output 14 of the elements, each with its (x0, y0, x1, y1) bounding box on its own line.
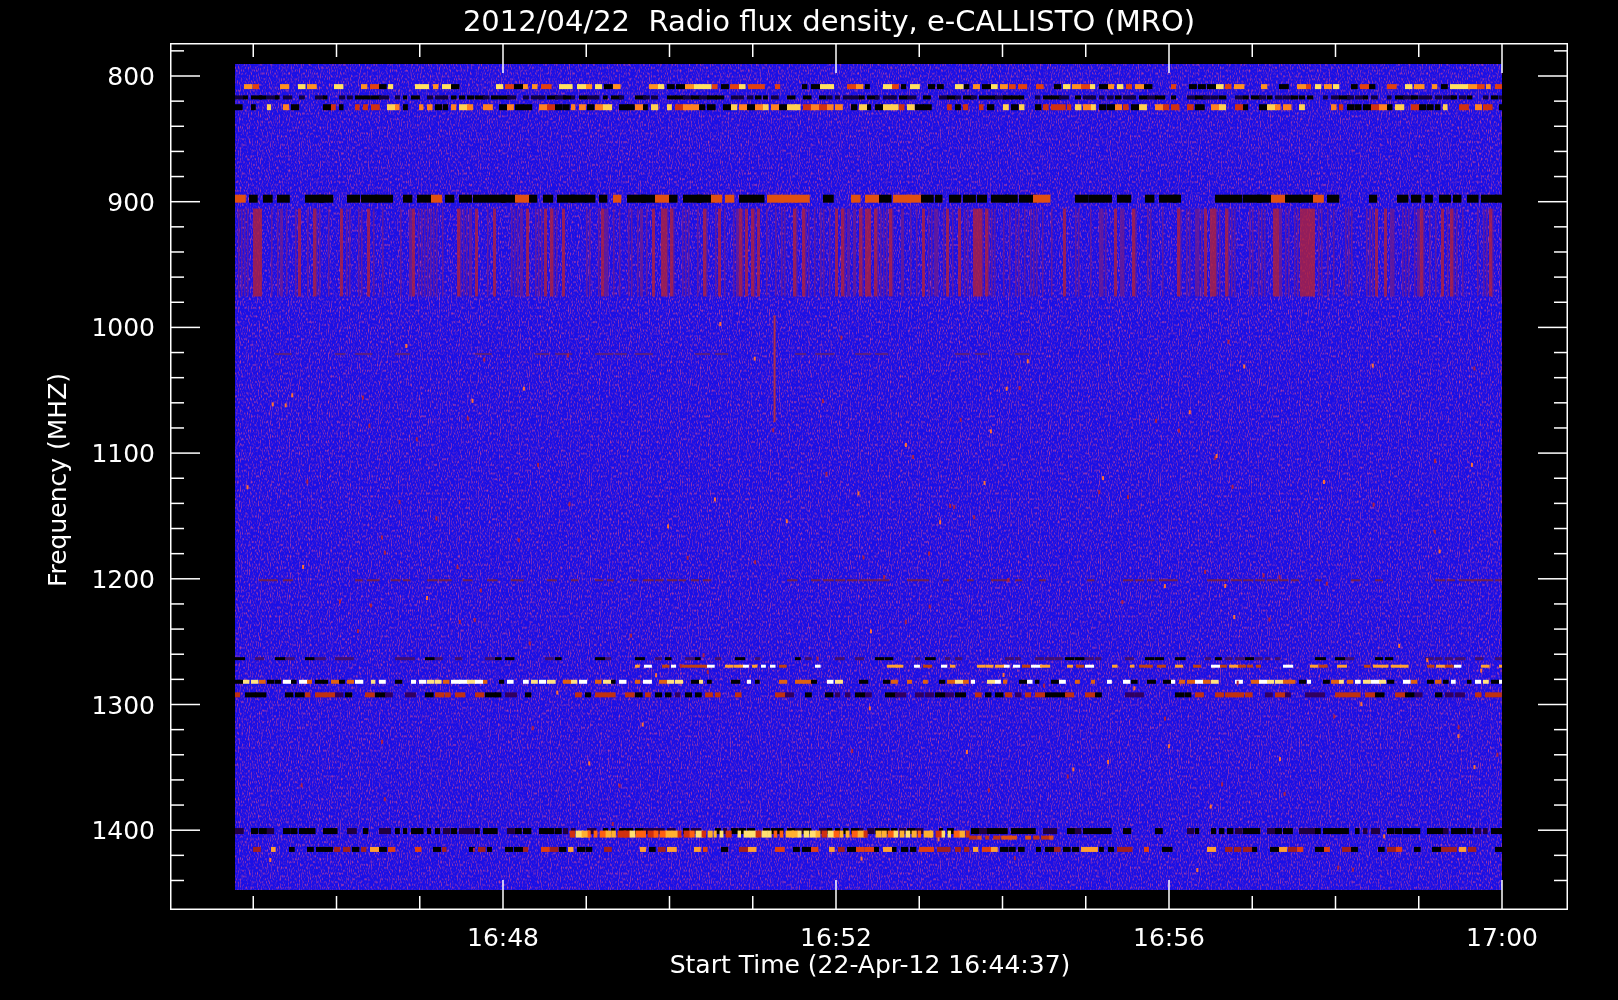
y-tick-label: 1200 (91, 566, 155, 592)
x-tick-label: 16:48 (467, 925, 539, 950)
y-tick-label: 1400 (91, 817, 155, 843)
y-axis-label: Frequency (MHZ) (44, 372, 70, 588)
x-tick-label: 16:52 (800, 925, 872, 950)
y-tick-label: 800 (107, 63, 155, 89)
chart-title: 2012/04/22 Radio flux density, e-CALLISTO (MRO) (462, 7, 1196, 36)
x-tick-label: 16:56 (1133, 925, 1205, 950)
y-tick-label: 1000 (91, 314, 155, 340)
y-tick-label: 1100 (91, 440, 155, 466)
y-tick-label: 1300 (91, 692, 155, 717)
x-axis-label: Start Time (22-Apr-12 16:44:37) (669, 952, 1071, 977)
x-tick-label: 17:00 (1466, 925, 1538, 950)
y-tick-label: 900 (107, 189, 155, 215)
